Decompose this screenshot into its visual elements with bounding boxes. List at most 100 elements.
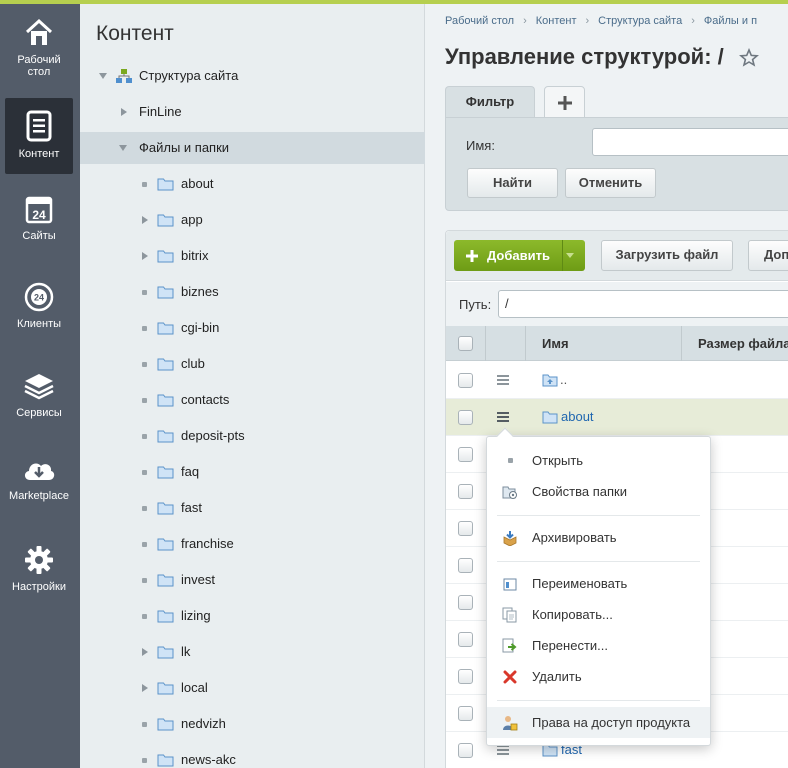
tree-item[interactable]: local — [80, 672, 425, 704]
expand-arrow-icon[interactable] — [142, 252, 148, 260]
tree-item[interactable]: lizing — [80, 600, 425, 632]
tree-item-site-structure[interactable]: Структура сайта — [80, 60, 425, 92]
upload-file-button[interactable]: Загрузить файл — [601, 240, 733, 271]
menu-item-archive[interactable]: Архивировать — [487, 522, 710, 553]
row-menu-icon[interactable] — [497, 412, 509, 422]
menu-item-delete[interactable]: Удалить — [487, 661, 710, 692]
column-header-size[interactable]: Размер файла — [698, 326, 788, 361]
add-button[interactable]: Добавить — [454, 240, 585, 271]
tree-item[interactable]: news-akc — [80, 744, 425, 768]
row-name-link[interactable]: about — [561, 409, 594, 424]
table-row[interactable]: .. — [446, 362, 788, 399]
breadcrumb-link[interactable]: Структура сайта — [598, 15, 682, 27]
row-checkbox[interactable] — [458, 743, 473, 758]
nav-label: Рабочий стол — [17, 54, 61, 78]
menu-item-folder-properties[interactable]: Свойства папки — [487, 476, 710, 507]
select-all-checkbox[interactable] — [458, 336, 473, 351]
tree-item-label: Структура сайта — [139, 68, 239, 83]
tree-item-label: about — [181, 176, 214, 191]
tree-item[interactable]: club — [80, 348, 425, 380]
tree-item[interactable]: deposit-pts — [80, 420, 425, 452]
expand-arrow-icon[interactable] — [142, 216, 148, 224]
row-checkbox[interactable] — [458, 521, 473, 536]
row-checkbox[interactable] — [458, 706, 473, 721]
find-button[interactable]: Найти — [467, 168, 558, 198]
row-name-link[interactable]: .. — [560, 372, 567, 387]
row-menu-icon[interactable] — [497, 375, 509, 385]
tree-item[interactable]: fast — [80, 492, 425, 524]
row-checkbox[interactable] — [458, 558, 473, 573]
tree-item[interactable]: biznes — [80, 276, 425, 308]
expand-arrow-icon[interactable] — [99, 73, 107, 79]
menu-item-open[interactable]: Открыть — [487, 445, 710, 476]
favorite-star-icon[interactable] — [739, 48, 759, 68]
menu-item-label: Удалить — [532, 669, 582, 684]
tree-item[interactable]: Файлы и папки — [80, 132, 425, 164]
menu-item-move[interactable]: Перенести... — [487, 630, 710, 661]
chevron-down-icon[interactable] — [566, 253, 574, 259]
dot-icon — [508, 458, 513, 463]
breadcrumb-link[interactable]: Рабочий стол — [445, 15, 514, 27]
tree-item-label: FinLine — [139, 104, 182, 119]
nav-item-clients[interactable]: 24 Клиенты — [5, 282, 73, 338]
cancel-button[interactable]: Отменить — [565, 168, 656, 198]
row-menu-icon[interactable] — [497, 745, 509, 755]
add-filter-tab-button[interactable] — [544, 86, 585, 118]
table-row[interactable]: about — [446, 399, 788, 436]
menu-item-label: Переименовать — [532, 576, 628, 591]
more-button[interactable]: Доп — [748, 240, 788, 271]
breadcrumb-link[interactable]: Файлы и п — [704, 15, 757, 27]
column-header-name[interactable]: Имя — [542, 326, 569, 361]
expand-arrow-icon[interactable] — [142, 648, 148, 656]
menu-item-rename[interactable]: Переименовать — [487, 568, 710, 599]
row-checkbox[interactable] — [458, 373, 473, 388]
expand-arrow-icon[interactable] — [121, 108, 127, 116]
tree-item[interactable]: FinLine — [80, 96, 425, 128]
row-checkbox[interactable] — [458, 669, 473, 684]
collapse-arrow-icon[interactable] — [119, 145, 127, 151]
tree-item[interactable]: app — [80, 204, 425, 236]
row-checkbox[interactable] — [458, 484, 473, 499]
add-button-label: Добавить — [487, 248, 550, 263]
menu-item-copy[interactable]: Копировать... — [487, 599, 710, 630]
tree-item[interactable]: franchise — [80, 528, 425, 560]
delete-icon — [503, 670, 517, 684]
nav-item-content[interactable]: Контент — [5, 98, 73, 174]
row-checkbox[interactable] — [458, 632, 473, 647]
nav-label: Сервисы — [16, 407, 62, 419]
breadcrumb-link[interactable]: Контент — [536, 15, 577, 27]
path-input[interactable]: / — [498, 290, 788, 318]
tree-item-label: contacts — [181, 392, 230, 407]
menu-item-label: Архивировать — [532, 530, 617, 545]
menu-item-access-rights[interactable]: Права на доступ продукта — [487, 707, 710, 738]
row-checkbox[interactable] — [458, 410, 473, 425]
breadcrumb-separator-icon: › — [523, 15, 527, 27]
nav-item-desktop[interactable]: Рабочий стол — [5, 18, 73, 88]
path-label: Путь: — [459, 297, 492, 312]
tree-item[interactable]: contacts — [80, 384, 425, 416]
tree-item[interactable]: lk — [80, 636, 425, 668]
tree-item[interactable]: invest — [80, 564, 425, 596]
filter-panel: Имя: Найти Отменить — [445, 117, 788, 211]
calendar-24-icon: 24 — [25, 196, 53, 224]
sitemap-icon — [116, 69, 132, 83]
tree-item-label: franchise — [181, 536, 234, 551]
nav-item-services[interactable]: Сервисы — [5, 371, 73, 427]
leaf-dot-icon — [142, 290, 147, 295]
tree-item[interactable]: bitrix — [80, 240, 425, 272]
leaf-dot-icon — [142, 506, 147, 511]
expand-arrow-icon[interactable] — [142, 684, 148, 692]
nav-item-marketplace[interactable]: Marketplace — [5, 456, 73, 512]
tree-item[interactable]: cgi-bin — [80, 312, 425, 344]
nav-item-sites[interactable]: 24 Сайты — [5, 194, 73, 250]
tab-filter[interactable]: Фильтр — [445, 86, 535, 118]
tree-item[interactable]: about — [80, 168, 425, 200]
tree-item[interactable]: nedvizh — [80, 708, 425, 740]
tree-item[interactable]: faq — [80, 456, 425, 488]
row-checkbox[interactable] — [458, 595, 473, 610]
breadcrumb: Рабочий стол › Контент › Структура сайта › Фай… — [445, 15, 757, 27]
row-checkbox[interactable] — [458, 447, 473, 462]
filter-name-input[interactable] — [592, 128, 788, 156]
tree-item-label: biznes — [181, 284, 219, 299]
nav-item-settings[interactable]: Настройки — [5, 545, 73, 601]
